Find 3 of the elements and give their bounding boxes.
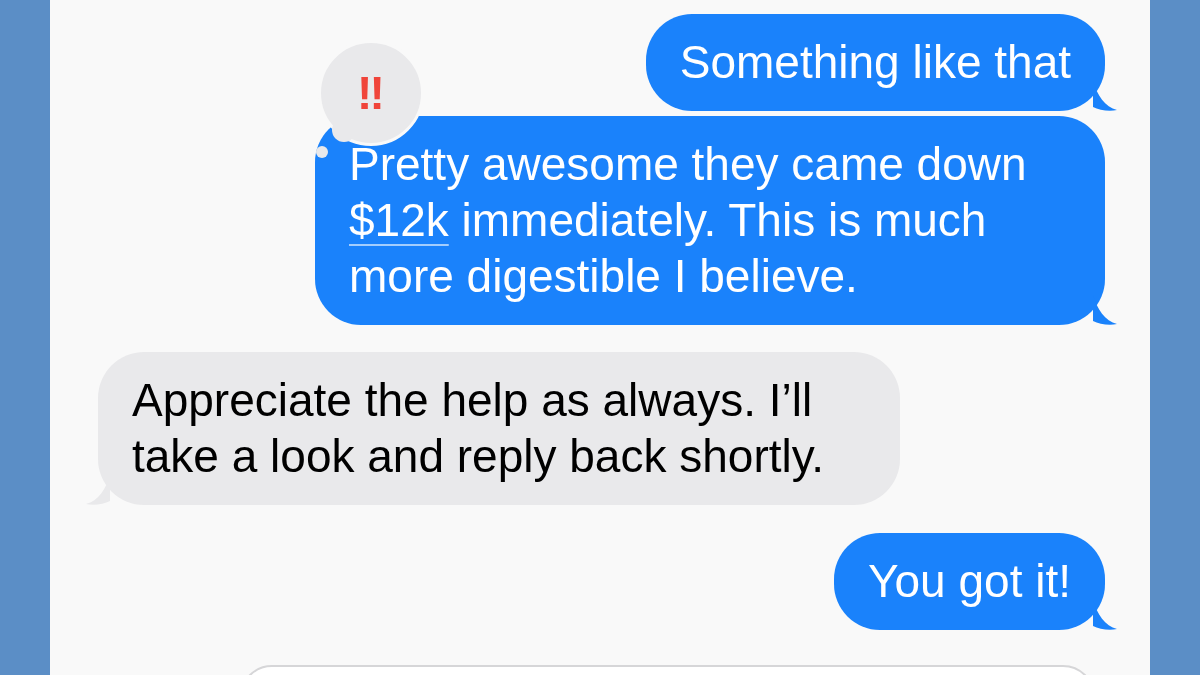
tapback-reaction: ‼	[318, 40, 424, 146]
amount-link[interactable]: $12k	[349, 194, 449, 246]
tapback-dot-icon	[316, 146, 328, 158]
